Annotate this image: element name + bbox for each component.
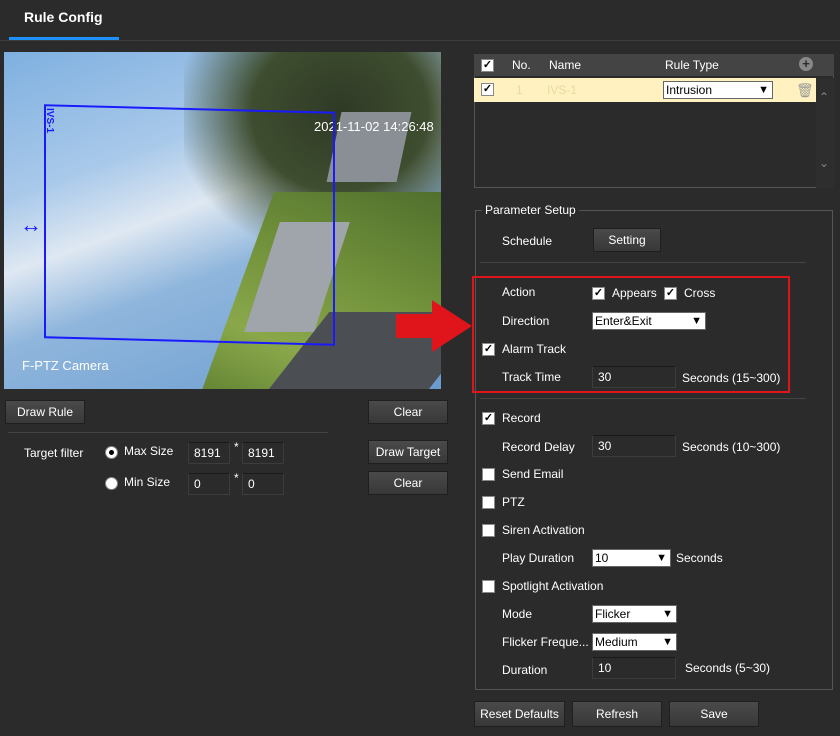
spotlight-label: Spotlight Activation xyxy=(502,579,604,593)
rule-label-text: IVS-1 xyxy=(44,108,55,134)
scroll-down-icon[interactable]: ⌄ xyxy=(819,156,829,170)
record-delay-unit: Seconds (10~300) xyxy=(682,440,781,454)
flicker-frequency-value: Medium xyxy=(595,635,638,649)
mode-select[interactable]: Flicker ▼ xyxy=(592,605,677,623)
flicker-frequency-select[interactable]: Medium ▼ xyxy=(592,633,677,651)
chevron-down-icon: ▼ xyxy=(656,552,667,564)
duration-label: Duration xyxy=(502,663,548,677)
parameter-setup-legend: Parameter Setup xyxy=(482,203,579,217)
rule-region[interactable] xyxy=(44,104,335,346)
record-label: Record xyxy=(502,411,541,425)
rule-type-value: Intrusion xyxy=(666,83,713,97)
row-no: 1 xyxy=(516,83,523,97)
flicker-frequency-label: Flicker Freque... xyxy=(502,635,589,649)
reset-defaults-button[interactable]: Reset Defaults xyxy=(474,701,565,727)
spotlight-checkbox[interactable] xyxy=(482,580,495,593)
tab-rule-config[interactable]: Rule Config xyxy=(24,9,103,25)
duration-unit: Seconds (5~30) xyxy=(685,661,771,675)
mode-label: Mode xyxy=(502,607,533,621)
save-button[interactable]: Save xyxy=(669,701,759,727)
camera-name: F-PTZ Camera xyxy=(22,358,109,373)
draw-target-button[interactable]: Draw Target xyxy=(368,440,448,464)
clear-rule-button[interactable]: Clear xyxy=(368,400,448,424)
rule-label: IVS-1 xyxy=(44,108,55,136)
scroll-up-icon[interactable]: ⌃ xyxy=(819,90,829,104)
tab-active-indicator xyxy=(9,37,119,40)
divider xyxy=(8,432,328,433)
row-checkbox[interactable]: ✓ xyxy=(481,83,494,96)
highlight-box xyxy=(472,276,790,393)
times-symbol: * xyxy=(234,440,239,454)
chevron-down-icon: ▼ xyxy=(662,608,673,620)
siren-label: Siren Activation xyxy=(502,523,585,537)
ptz-checkbox[interactable] xyxy=(482,496,495,509)
table-scrollbar[interactable]: ⌃ ⌄ xyxy=(816,78,834,188)
min-height-input[interactable]: 0 xyxy=(242,473,284,495)
max-size-label: Max Size xyxy=(124,444,174,458)
chevron-down-icon: ▼ xyxy=(662,636,673,648)
divider xyxy=(480,398,806,399)
chevron-down-icon: ▼ xyxy=(758,84,769,96)
rule-type-select[interactable]: Intrusion ▼ xyxy=(663,81,773,99)
col-no: No. xyxy=(512,58,531,72)
row-name[interactable]: IVS-1 xyxy=(547,83,577,97)
record-delay-label: Record Delay xyxy=(502,440,575,454)
play-duration-value: 10 xyxy=(595,551,609,565)
add-rule-icon[interactable]: + xyxy=(799,57,813,71)
send-email-label: Send Email xyxy=(502,467,564,481)
mode-value: Flicker xyxy=(595,607,631,621)
play-duration-select[interactable]: 10 ▼ xyxy=(592,549,671,567)
play-duration-unit: Seconds xyxy=(676,551,723,565)
refresh-button[interactable]: Refresh xyxy=(572,701,662,727)
min-size-label: Min Size xyxy=(124,475,171,489)
live-video[interactable]: 2021-11-02 14:26:48 F-PTZ Camera IVS-1 ↔ xyxy=(4,52,441,389)
clear-target-button[interactable]: Clear xyxy=(368,471,448,495)
times-symbol-2: * xyxy=(234,471,239,485)
max-size-radio[interactable] xyxy=(105,446,118,459)
send-email-checkbox[interactable] xyxy=(482,468,495,481)
select-all-checkbox[interactable]: ✓ xyxy=(481,59,494,72)
trash-icon[interactable]: 🗑 xyxy=(796,82,814,99)
duration-input[interactable]: 10 xyxy=(592,657,676,679)
play-duration-label: Play Duration xyxy=(502,551,575,565)
draw-rule-button[interactable]: Draw Rule xyxy=(5,400,85,424)
divider xyxy=(480,262,806,263)
col-rule-type: Rule Type xyxy=(665,58,719,72)
max-height-input[interactable]: 8191 xyxy=(242,442,284,464)
min-width-input[interactable]: 0 xyxy=(188,473,230,495)
direction-arrow-icon: ↔ xyxy=(20,212,42,237)
col-name: Name xyxy=(549,58,582,72)
min-size-radio[interactable] xyxy=(105,477,118,490)
record-checkbox[interactable]: ✓ xyxy=(482,412,495,425)
target-filter-label: Target filter xyxy=(24,446,84,460)
max-width-input[interactable]: 8191 xyxy=(188,442,230,464)
setting-button[interactable]: Setting xyxy=(593,228,661,252)
ptz-label: PTZ xyxy=(502,495,525,509)
record-delay-input[interactable]: 30 xyxy=(592,435,676,457)
tab-bar xyxy=(0,0,840,41)
schedule-label: Schedule xyxy=(502,234,553,248)
red-arrow-icon xyxy=(396,300,472,352)
siren-checkbox[interactable] xyxy=(482,524,495,537)
